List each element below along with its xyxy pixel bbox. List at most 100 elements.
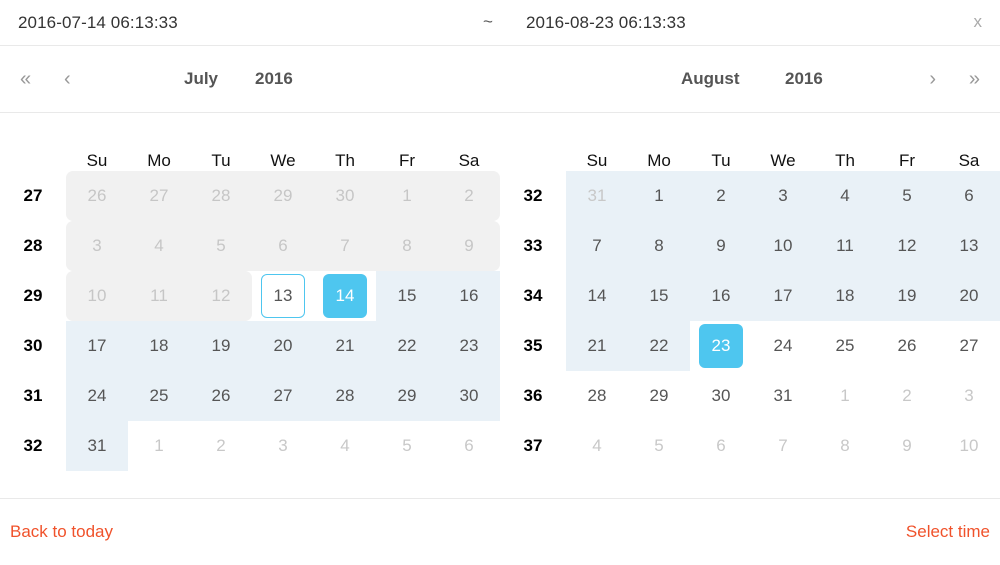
day-cell-in-range[interactable]: 20	[252, 321, 314, 371]
day-cell-container: 20	[252, 321, 314, 371]
day-cell-in-range[interactable]: 6	[938, 171, 1000, 221]
day-cell-in-range[interactable]: 31	[66, 421, 128, 471]
day-cell-in-range[interactable]: 4	[814, 171, 876, 221]
day-cell-other-month[interactable]: 8	[814, 421, 876, 471]
day-cell-container: 27	[938, 321, 1000, 371]
start-date-input[interactable]: 2016-07-14 06:13:33	[18, 13, 178, 33]
day-cell-in-range[interactable]: 22	[376, 321, 438, 371]
day-cell-container: 4	[566, 421, 628, 471]
left-calendar-table: Su Mo Tu We Th Fr Sa 27 26 27 28 29 30 1 2 28 3 4 5 6 7 8 9 29…	[0, 113, 500, 471]
day-cell-in-range[interactable]: 24	[66, 371, 128, 421]
day-cell-in-range[interactable]: 17	[752, 271, 814, 321]
day-cell-in-range[interactable]: 30	[438, 371, 500, 421]
day-cell-today[interactable]: 13	[261, 274, 305, 318]
calendar-week-row: 33 7 8 9 10 11 12 13	[500, 221, 1000, 271]
day-cell-in-range[interactable]: 29	[376, 371, 438, 421]
day-cell-container: 22	[376, 321, 438, 371]
prev-year-icon[interactable]: «	[14, 65, 37, 93]
day-cell-in-range[interactable]: 8	[628, 221, 690, 271]
day-cell-in-range[interactable]: 26	[190, 371, 252, 421]
day-cell[interactable]: 28	[566, 371, 628, 421]
day-cell-other-month[interactable]: 6	[690, 421, 752, 471]
back-to-today-link[interactable]: Back to today	[10, 522, 113, 542]
day-cell-container: 5	[190, 221, 252, 271]
day-cell-in-range[interactable]: 16	[438, 271, 500, 321]
day-cell-in-range[interactable]: 2	[690, 171, 752, 221]
day-cell-other-month[interactable]: 4	[314, 421, 376, 471]
right-month-label[interactable]: August	[681, 69, 740, 89]
day-cell[interactable]: 30	[690, 371, 752, 421]
day-cell-other-month[interactable]: 1	[814, 371, 876, 421]
day-cell[interactable]: 25	[814, 321, 876, 371]
next-year-icon[interactable]: »	[963, 65, 986, 93]
day-cell-other-month[interactable]: 5	[376, 421, 438, 471]
day-cell-disabled: 9	[464, 236, 474, 255]
week-number: 37	[523, 436, 543, 455]
day-cell-other-month[interactable]: 6	[438, 421, 500, 471]
day-cell-in-range[interactable]: 22	[628, 321, 690, 371]
calendar-week-row: 34 14 15 16 17 18 19 20	[500, 271, 1000, 321]
next-month-icon[interactable]: ›	[923, 65, 942, 93]
day-cell-other-month[interactable]: 5	[628, 421, 690, 471]
day-cell-in-range[interactable]: 21	[314, 321, 376, 371]
day-cell-in-range[interactable]: 11	[814, 221, 876, 271]
end-date-input[interactable]: 2016-08-23 06:13:33	[526, 13, 686, 33]
day-cell-container: 24	[66, 371, 128, 421]
day-cell-in-range[interactable]: 15	[376, 271, 438, 321]
day-cell-in-range[interactable]: 14	[566, 271, 628, 321]
day-cell-in-range[interactable]: 23	[438, 321, 500, 371]
day-cell-in-range[interactable]: 9	[690, 221, 752, 271]
day-cell-container: 12	[190, 271, 252, 321]
close-icon[interactable]: x	[970, 11, 987, 33]
day-cell-in-range[interactable]: 17	[66, 321, 128, 371]
day-cell-container: 4	[314, 421, 376, 471]
day-cell-in-range[interactable]: 18	[128, 321, 190, 371]
day-cell-in-range[interactable]: 28	[314, 371, 376, 421]
day-cell[interactable]: 31	[752, 371, 814, 421]
day-cell-in-range[interactable]: 15	[628, 271, 690, 321]
weekday-header-th: Th	[835, 151, 855, 170]
day-cell-other-month[interactable]: 10	[938, 421, 1000, 471]
day-cell-in-range[interactable]: 10	[752, 221, 814, 271]
day-cell[interactable]: 24	[752, 321, 814, 371]
left-year-label[interactable]: 2016	[255, 69, 293, 89]
picker-footer: Back to today Select time	[0, 499, 1000, 565]
day-cell-container: 11	[128, 271, 190, 321]
day-cell-other-month[interactable]: 3	[252, 421, 314, 471]
day-cell-other-month[interactable]: 9	[876, 421, 938, 471]
day-cell-in-range[interactable]: 1	[628, 171, 690, 221]
prev-month-icon[interactable]: ‹	[58, 65, 77, 93]
left-month-label[interactable]: July	[184, 69, 218, 89]
select-time-link[interactable]: Select time	[906, 522, 990, 542]
day-cell-other-month[interactable]: 4	[566, 421, 628, 471]
weekday-header-we: We	[270, 151, 296, 170]
day-cell-other-month[interactable]: 1	[128, 421, 190, 471]
day-cell-in-range[interactable]: 18	[814, 271, 876, 321]
day-cell-in-range[interactable]: 20	[938, 271, 1000, 321]
day-cell-in-range[interactable]: 31	[566, 171, 628, 221]
day-cell-in-range[interactable]: 19	[190, 321, 252, 371]
left-month-nav: « ‹ July 2016	[0, 46, 500, 112]
day-cell[interactable]: 27	[938, 321, 1000, 371]
day-cell-container: 27	[128, 171, 190, 221]
day-cell[interactable]: 26	[876, 321, 938, 371]
day-cell-in-range[interactable]: 16	[690, 271, 752, 321]
day-cell-in-range[interactable]: 12	[876, 221, 938, 271]
day-cell-other-month[interactable]: 2	[876, 371, 938, 421]
day-cell-other-month[interactable]: 3	[938, 371, 1000, 421]
day-cell-in-range[interactable]: 13	[938, 221, 1000, 271]
day-cell[interactable]: 29	[628, 371, 690, 421]
day-cell-other-month[interactable]: 7	[752, 421, 814, 471]
day-cell-in-range[interactable]: 27	[252, 371, 314, 421]
day-cell-in-range[interactable]: 19	[876, 271, 938, 321]
day-cell-in-range[interactable]: 5	[876, 171, 938, 221]
day-cell-in-range[interactable]: 25	[128, 371, 190, 421]
day-cell-container: 16	[690, 271, 752, 321]
day-cell-selected-start[interactable]: 14	[323, 274, 367, 318]
right-year-label[interactable]: 2016	[785, 69, 823, 89]
day-cell-in-range[interactable]: 3	[752, 171, 814, 221]
day-cell-in-range[interactable]: 21	[566, 321, 628, 371]
day-cell-in-range[interactable]: 7	[566, 221, 628, 271]
day-cell-selected-end[interactable]: 23	[699, 324, 743, 368]
day-cell-other-month[interactable]: 2	[190, 421, 252, 471]
